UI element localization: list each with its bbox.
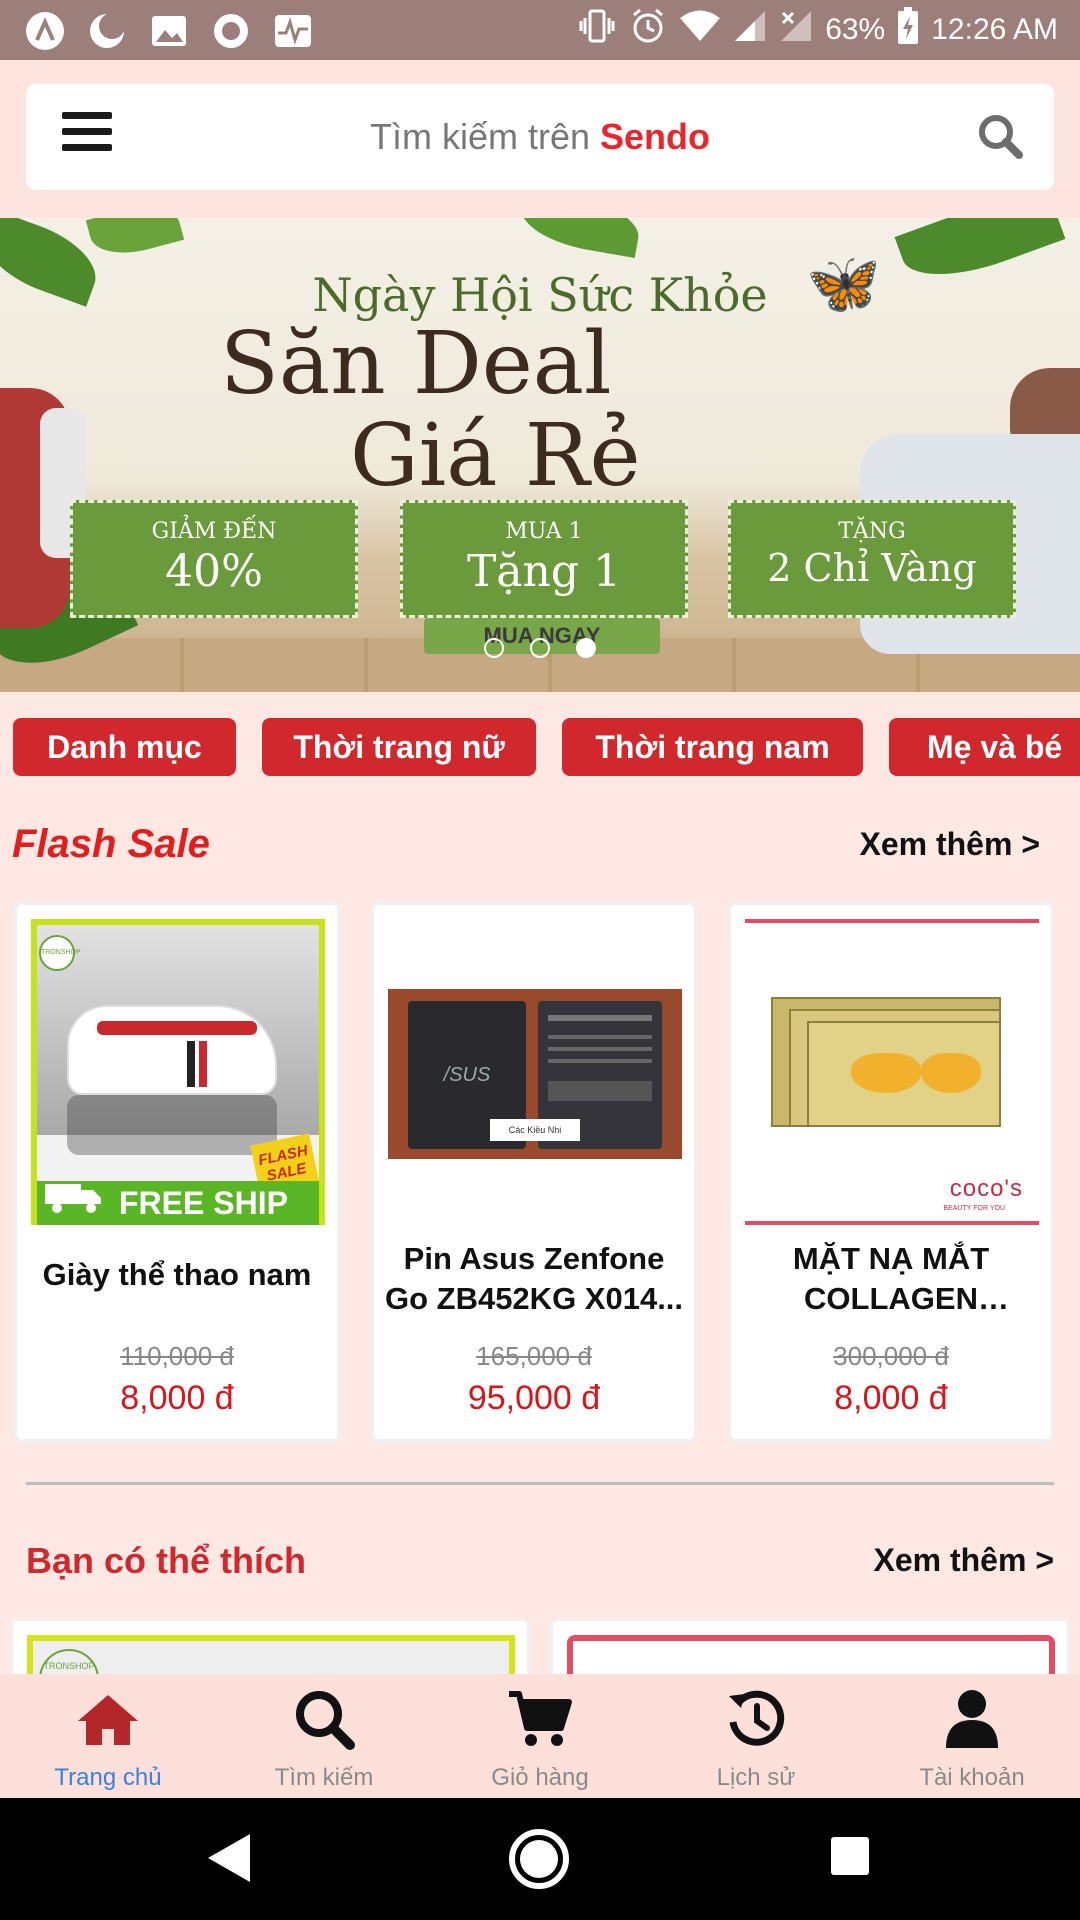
category-mens-fashion[interactable]: Thời trang nam: [562, 718, 863, 776]
product-sale-price: 95,000 đ: [467, 1379, 601, 1417]
product-original-price: 110,000 đ: [120, 1341, 234, 1371]
history-icon: [666, 1688, 846, 1750]
recents-icon[interactable]: [830, 1836, 870, 1881]
system-navigation-bar: [0, 1798, 1080, 1920]
banner-title-line1: Săn Deal: [220, 314, 612, 414]
suggestions-see-more[interactable]: Xem thêm >: [873, 1542, 1054, 1579]
vibrate-icon: [577, 8, 617, 52]
nav-search-label: Tìm kiếm: [274, 1764, 374, 1791]
carousel-indicator: [0, 638, 1080, 658]
back-icon[interactable]: [206, 1832, 254, 1889]
category-womens-fashion[interactable]: Thời trang nữ: [262, 718, 536, 776]
nav-account-label: Tài khoản: [919, 1764, 1025, 1791]
product-image-shoe: TRONSHOP FLASH SALE FREE SHIP: [31, 919, 325, 1225]
product-card[interactable]: /SUS Các Kiều Nhi Pin Asus Zenfone Go ZB…: [371, 902, 697, 1442]
nav-cart-label: Giỏ hàng: [491, 1764, 589, 1791]
search-placeholder: Tìm kiếm trên: [369, 116, 590, 157]
product-original-price: 165,000 đ: [476, 1341, 592, 1371]
promo-banner[interactable]: 🦋 Ngày Hội Sức Khỏe Săn Deal Giá Rẻ GIẢM…: [0, 218, 1080, 692]
suggestion-card[interactable]: [550, 1618, 1070, 1678]
watermark-label: Các Kiều Nhi: [490, 1119, 580, 1141]
nav-account[interactable]: Tài khoản: [882, 1688, 1062, 1792]
banner-title: Săn Deal Giá Rẻ: [220, 318, 640, 502]
notification-icons: [24, 10, 314, 52]
product-card[interactable]: TRONSHOP FLASH SALE FREE SHIP Giày thể t…: [14, 902, 340, 1442]
category-bar: Danh mục Thời trang nữ Thời trang nam Mẹ…: [0, 692, 1080, 802]
promo-gold-gift: TẶNG 2 Chỉ Vàng: [728, 500, 1016, 618]
product-image-battery: /SUS Các Kiều Nhi: [388, 919, 682, 1225]
moon-icon: [86, 10, 128, 52]
brand-logo: coco's: [949, 1175, 1023, 1202]
nav-home-label: Trang chủ: [54, 1764, 162, 1791]
suggestions-title: Bạn có thể thích: [26, 1540, 307, 1581]
search-icon[interactable]: [976, 112, 1026, 162]
nav-cart[interactable]: Giỏ hàng: [450, 1688, 630, 1792]
nav-home[interactable]: Trang chủ: [18, 1688, 198, 1792]
bottom-navigation: Trang chủ Tìm kiếm Giỏ hàng Lịch sử Tài …: [0, 1674, 1080, 1798]
shop-logo: TRONSHOP: [39, 935, 81, 971]
nav-history[interactable]: Lịch sử: [666, 1688, 846, 1792]
brand-name: Sendo: [600, 116, 711, 157]
pulse-icon: [272, 10, 314, 52]
app-logo-icon: [24, 10, 66, 52]
nav-search[interactable]: Tìm kiếm: [234, 1688, 414, 1792]
product-original-price: 300,000 đ: [833, 1341, 949, 1371]
section-divider: [26, 1482, 1054, 1485]
product-name: Giày thể thao nam: [42, 1257, 312, 1292]
banner-title-line2: Giá Rẻ: [350, 406, 641, 506]
category-mom-baby[interactable]: Mẹ và bé: [889, 718, 1080, 776]
clock: 12:26 AM: [931, 13, 1058, 46]
product-image-eye-mask: coco's BEAUTY FOR YOU: [745, 919, 1039, 1225]
flash-sale-see-more[interactable]: Xem thêm >: [859, 826, 1040, 863]
search-bar[interactable]: Tìm kiếm trên Sendo: [26, 84, 1054, 190]
truck-icon: [43, 1180, 105, 1219]
signal-icon: [733, 9, 767, 51]
suggestion-card[interactable]: TRONSHOP: [10, 1618, 530, 1678]
alarm-icon: [629, 7, 667, 53]
product-sale-price: 8,000 đ: [834, 1379, 948, 1417]
product-sale-price: 8,000 đ: [120, 1379, 234, 1417]
search-icon: [234, 1688, 414, 1750]
wifi-icon: [679, 9, 721, 51]
search-header: Tìm kiếm trên Sendo: [0, 60, 1080, 218]
cart-icon: [450, 1688, 630, 1750]
brand-tagline: BEAUTY FOR YOU: [943, 1205, 1005, 1212]
carousel-dot[interactable]: [484, 638, 504, 658]
battery-charging-icon: [897, 7, 919, 53]
product-card[interactable]: coco's BEAUTY FOR YOU MẶT NẠ MẮT COLLAGE…: [728, 902, 1054, 1442]
product-name: MẶT NẠ MẮT COLLAGEN CRYST...: [792, 1241, 990, 1316]
record-icon: [210, 10, 252, 52]
status-bar: 63% 12:26 AM: [0, 0, 1080, 60]
account-icon: [882, 1688, 1062, 1750]
carousel-dot[interactable]: [530, 638, 550, 658]
promo-buy-one-get-one: MUA 1 Tặng 1: [400, 500, 688, 618]
home-icon: [18, 1688, 198, 1750]
home-circle-icon[interactable]: [508, 1828, 570, 1895]
signal-off-icon: [779, 9, 813, 51]
category-all[interactable]: Danh mục: [13, 718, 236, 776]
promo-discount: GIẢM ĐẾN 40%: [70, 500, 358, 618]
product-name: Pin Asus Zenfone Go ZB452KG X014...: [384, 1241, 684, 1316]
carousel-dot-active[interactable]: [576, 638, 596, 658]
flash-sale-title: Flash Sale: [12, 822, 210, 866]
system-status: 63% 12:26 AM: [577, 0, 1058, 60]
search-input[interactable]: Tìm kiếm trên Sendo: [26, 116, 1054, 158]
battery-percent: 63%: [825, 13, 886, 46]
image-icon: [148, 10, 190, 52]
nav-history-label: Lịch sử: [716, 1764, 796, 1791]
